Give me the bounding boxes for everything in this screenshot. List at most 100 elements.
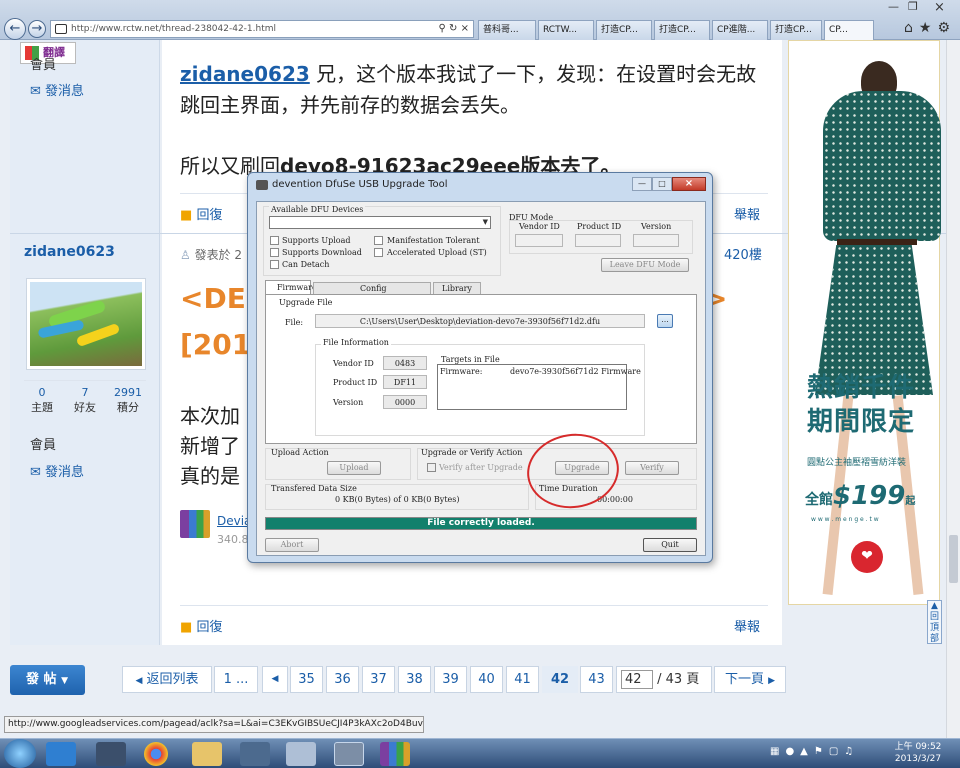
vendor-id-label: Vendor ID bbox=[333, 359, 374, 368]
page-jump-input[interactable]: 42 bbox=[621, 670, 653, 689]
send-message-link[interactable]: ✉ 發消息 bbox=[30, 461, 84, 480]
tab-3[interactable]: 打造CP... bbox=[596, 20, 652, 40]
avatar[interactable] bbox=[26, 278, 146, 370]
page-scrollbar[interactable] bbox=[946, 40, 960, 738]
abort-button[interactable]: Abort bbox=[265, 538, 319, 552]
back-button[interactable]: ← bbox=[4, 18, 26, 40]
available-devices-label: Available DFU Devices bbox=[269, 205, 366, 214]
upgrade-verify-label: Upgrade or Verify Action bbox=[421, 448, 523, 457]
page-link-37[interactable]: 37 bbox=[362, 666, 395, 693]
dfuse-task-icon[interactable] bbox=[334, 742, 364, 766]
tab-1[interactable]: 普科哥... bbox=[478, 20, 536, 40]
dialog-maximize-icon[interactable]: □ bbox=[652, 177, 672, 191]
file-path-field[interactable]: C:\Users\User\Desktop\deviation-devo7e-3… bbox=[315, 314, 645, 328]
device-select[interactable]: ▼ bbox=[269, 216, 491, 229]
page-link-36[interactable]: 36 bbox=[326, 666, 359, 693]
version-field: 0000 bbox=[383, 395, 427, 409]
browse-button[interactable]: ... bbox=[657, 314, 673, 328]
page-link-40[interactable]: 40 bbox=[470, 666, 503, 693]
minimize-icon[interactable]: — bbox=[888, 0, 899, 13]
home-star-gear-icon[interactable]: ⌂★⚙ bbox=[904, 20, 956, 36]
tray-icons[interactable]: ▦●▲⚑▢♫ bbox=[770, 746, 859, 757]
post1-reply-button[interactable]: ■ 回復 bbox=[180, 204, 222, 223]
post1-report-link[interactable]: 舉報 bbox=[734, 204, 760, 223]
version-label: Version bbox=[333, 398, 364, 407]
chrome-icon[interactable] bbox=[144, 742, 168, 766]
page-current: 42 bbox=[542, 666, 578, 693]
post2-author[interactable]: zidane0623 bbox=[24, 244, 115, 260]
address-tools-icon[interactable]: ⚲ ↻ × bbox=[439, 21, 469, 37]
maximize-icon[interactable]: ❐ bbox=[908, 0, 918, 13]
page-link-43[interactable]: 43 bbox=[580, 666, 613, 693]
post-heading-line2: [201 bbox=[180, 328, 252, 361]
page-link-35[interactable]: 35 bbox=[290, 666, 323, 693]
post2-reply-button[interactable]: ■ 回復 bbox=[180, 616, 222, 635]
app-icon-taskbar[interactable] bbox=[286, 742, 316, 766]
targets-list[interactable]: Firmware: devo7e-3930f56f71d2 Firmware bbox=[437, 364, 641, 410]
tab-active[interactable]: CP... bbox=[824, 20, 874, 40]
post-meta: ♙ 發表於 2 bbox=[180, 248, 243, 262]
stat-points[interactable]: 2991 積分 bbox=[110, 386, 146, 415]
dropdown-arrow-icon: ▼ bbox=[61, 676, 68, 686]
dfu-product-field bbox=[575, 234, 621, 247]
send-message-link-top[interactable]: ✉ 發消息 bbox=[30, 80, 84, 99]
quit-button[interactable]: Quit bbox=[643, 538, 697, 552]
forward-button[interactable]: → bbox=[28, 20, 46, 38]
ad-banner[interactable]: 熱銷千件 期間限定 圓點公主袖壓褶雪紡洋裝 全館$199起 w w w . m … bbox=[788, 40, 941, 605]
media-player-icon[interactable] bbox=[96, 742, 126, 766]
ad-headline1: 熱銷千件 bbox=[807, 373, 916, 403]
product-id-label: Product ID bbox=[333, 378, 378, 387]
page-link-41[interactable]: 41 bbox=[506, 666, 539, 693]
product-id-field: DF11 bbox=[383, 375, 427, 389]
tab-6[interactable]: 打造CP... bbox=[770, 20, 822, 40]
start-button-icon[interactable] bbox=[4, 739, 36, 768]
stat-threads[interactable]: 0 主題 bbox=[24, 386, 60, 415]
tab-4[interactable]: 打造CP... bbox=[654, 20, 710, 40]
dfu-version-label: Version bbox=[641, 222, 672, 231]
tab-firmware[interactable]: Firmware bbox=[265, 280, 317, 295]
dialog-minimize-icon[interactable]: — bbox=[632, 177, 652, 191]
dialog-close-icon[interactable]: × bbox=[672, 177, 706, 191]
dfuse-dialog: devention DfuSe USB Upgrade Tool — □ × A… bbox=[247, 172, 713, 563]
post2-body-line3: 真的是 bbox=[180, 464, 240, 488]
next-page-link[interactable]: 下一頁 ▶ bbox=[714, 666, 786, 693]
folder-icon[interactable] bbox=[192, 742, 222, 766]
tab-2[interactable]: RCTW... bbox=[538, 20, 594, 40]
post2-report-link[interactable]: 舉報 bbox=[734, 616, 760, 635]
clock[interactable]: 上午 09:52 2013/3/27 bbox=[890, 741, 946, 765]
new-post-button[interactable]: 發 帖 ▼ bbox=[10, 665, 85, 695]
verify-after-checkbox[interactable] bbox=[427, 463, 436, 472]
tab-5[interactable]: CP進階... bbox=[712, 20, 768, 40]
ie-icon[interactable] bbox=[46, 742, 76, 766]
transferred-label: Transfered Data Size bbox=[271, 484, 357, 493]
back-to-top-button[interactable]: ▲回頂部 bbox=[927, 600, 942, 644]
post-heading-line1: <DE bbox=[180, 282, 246, 315]
can-detach-label: Can Detach bbox=[282, 260, 330, 269]
status-text: File correctly loaded. bbox=[427, 518, 535, 528]
close-window-icon[interactable]: × bbox=[934, 0, 945, 15]
verify-button[interactable]: Verify bbox=[625, 461, 679, 475]
member-label-top: 會員 bbox=[30, 58, 57, 73]
page-link-39[interactable]: 39 bbox=[434, 666, 467, 693]
address-bar[interactable]: http://www.rctw.net/thread-238042-42-1.h… bbox=[50, 20, 474, 38]
dfu-vendor-field bbox=[515, 234, 563, 247]
prev-page-icon[interactable]: ◀ bbox=[262, 666, 288, 693]
post1-quoted-author[interactable]: zidane0623 bbox=[180, 62, 310, 86]
page-link-38[interactable]: 38 bbox=[398, 666, 431, 693]
attachment-size: 340.8 bbox=[217, 533, 249, 546]
reply-icon: ■ bbox=[180, 208, 193, 223]
page-first-link[interactable]: 1 ... bbox=[214, 666, 258, 693]
progress-bar: File correctly loaded. bbox=[265, 517, 697, 530]
upload-button[interactable]: Upload bbox=[327, 461, 381, 475]
post1-text-line1: zidane0623 兄，这个版本我试了一下，发现：在设置时会无故 bbox=[180, 62, 757, 86]
targets-label: Targets in File bbox=[441, 355, 500, 364]
search-tool-icon[interactable] bbox=[240, 742, 270, 766]
ad-headline2: 期間限定 bbox=[807, 407, 916, 437]
leave-dfu-mode-button[interactable]: Leave DFU Mode bbox=[601, 258, 689, 272]
status-bar-url: http://www.googleadservices.com/pagead/a… bbox=[4, 716, 424, 733]
winrar-icon[interactable] bbox=[380, 742, 410, 766]
back-to-list-link[interactable]: ◀ 返回列表 bbox=[122, 666, 212, 693]
app-icon bbox=[256, 180, 268, 190]
stat-friends[interactable]: 7 好友 bbox=[67, 386, 103, 415]
floor-number[interactable]: 420樓 bbox=[724, 244, 762, 263]
